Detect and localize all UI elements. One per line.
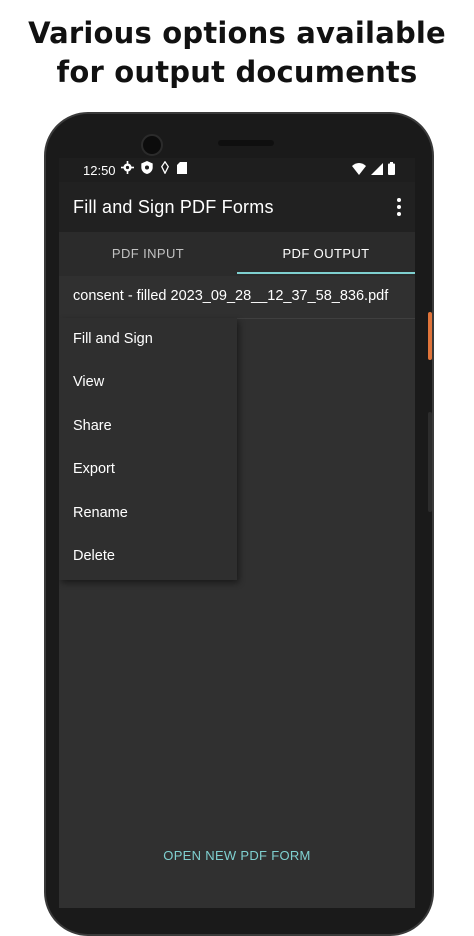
phone-screen: 12:50 Fill and Sign PDF Forms PDF INPUT … [59,158,415,908]
menu-item-delete[interactable]: Delete [59,535,237,578]
tab-pdf-input[interactable]: PDF INPUT [59,232,237,276]
more-vert-icon[interactable] [393,194,405,220]
gear-icon [121,161,134,174]
caption-line-1: Various options available [28,16,446,50]
volume-button [428,412,432,512]
output-file-item[interactable]: consent - filled 2023_09_28__12_37_58_83… [59,276,415,319]
battery-icon [388,162,395,175]
app-title: Fill and Sign PDF Forms [73,197,274,217]
status-bar: 12:50 [59,158,415,182]
open-new-pdf-form-button[interactable]: OPEN NEW PDF FORM [59,848,415,878]
shield-icon [141,161,153,174]
signal-icon [371,162,383,175]
status-time: 12:50 [83,163,116,178]
wifi-icon [352,162,366,175]
status-notification-icons [121,161,187,174]
tag-icon [160,161,170,174]
tab-bar: PDF INPUT PDF OUTPUT [59,232,415,276]
power-button [428,312,432,360]
tab-pdf-output[interactable]: PDF OUTPUT [237,232,415,276]
app-bar: Fill and Sign PDF Forms [59,182,415,232]
status-system-icons [352,162,395,175]
file-name: consent - filled 2023_09_28__12_37_58_83… [73,288,389,304]
menu-item-view[interactable]: View [59,361,237,404]
earpiece-speaker [218,140,274,146]
sd-card-icon [177,161,187,174]
menu-item-export[interactable]: Export [59,448,237,491]
front-camera [141,134,163,156]
selected-tab-indicator [237,272,415,274]
menu-item-fill-and-sign[interactable]: Fill and Sign [59,318,237,361]
promo-caption: Various options available for output doc… [0,14,474,92]
caption-line-2: for output documents [56,55,418,89]
file-context-menu: Fill and Sign View Share Export Rename D… [59,318,237,580]
menu-item-share[interactable]: Share [59,405,237,448]
menu-item-rename[interactable]: Rename [59,492,237,535]
